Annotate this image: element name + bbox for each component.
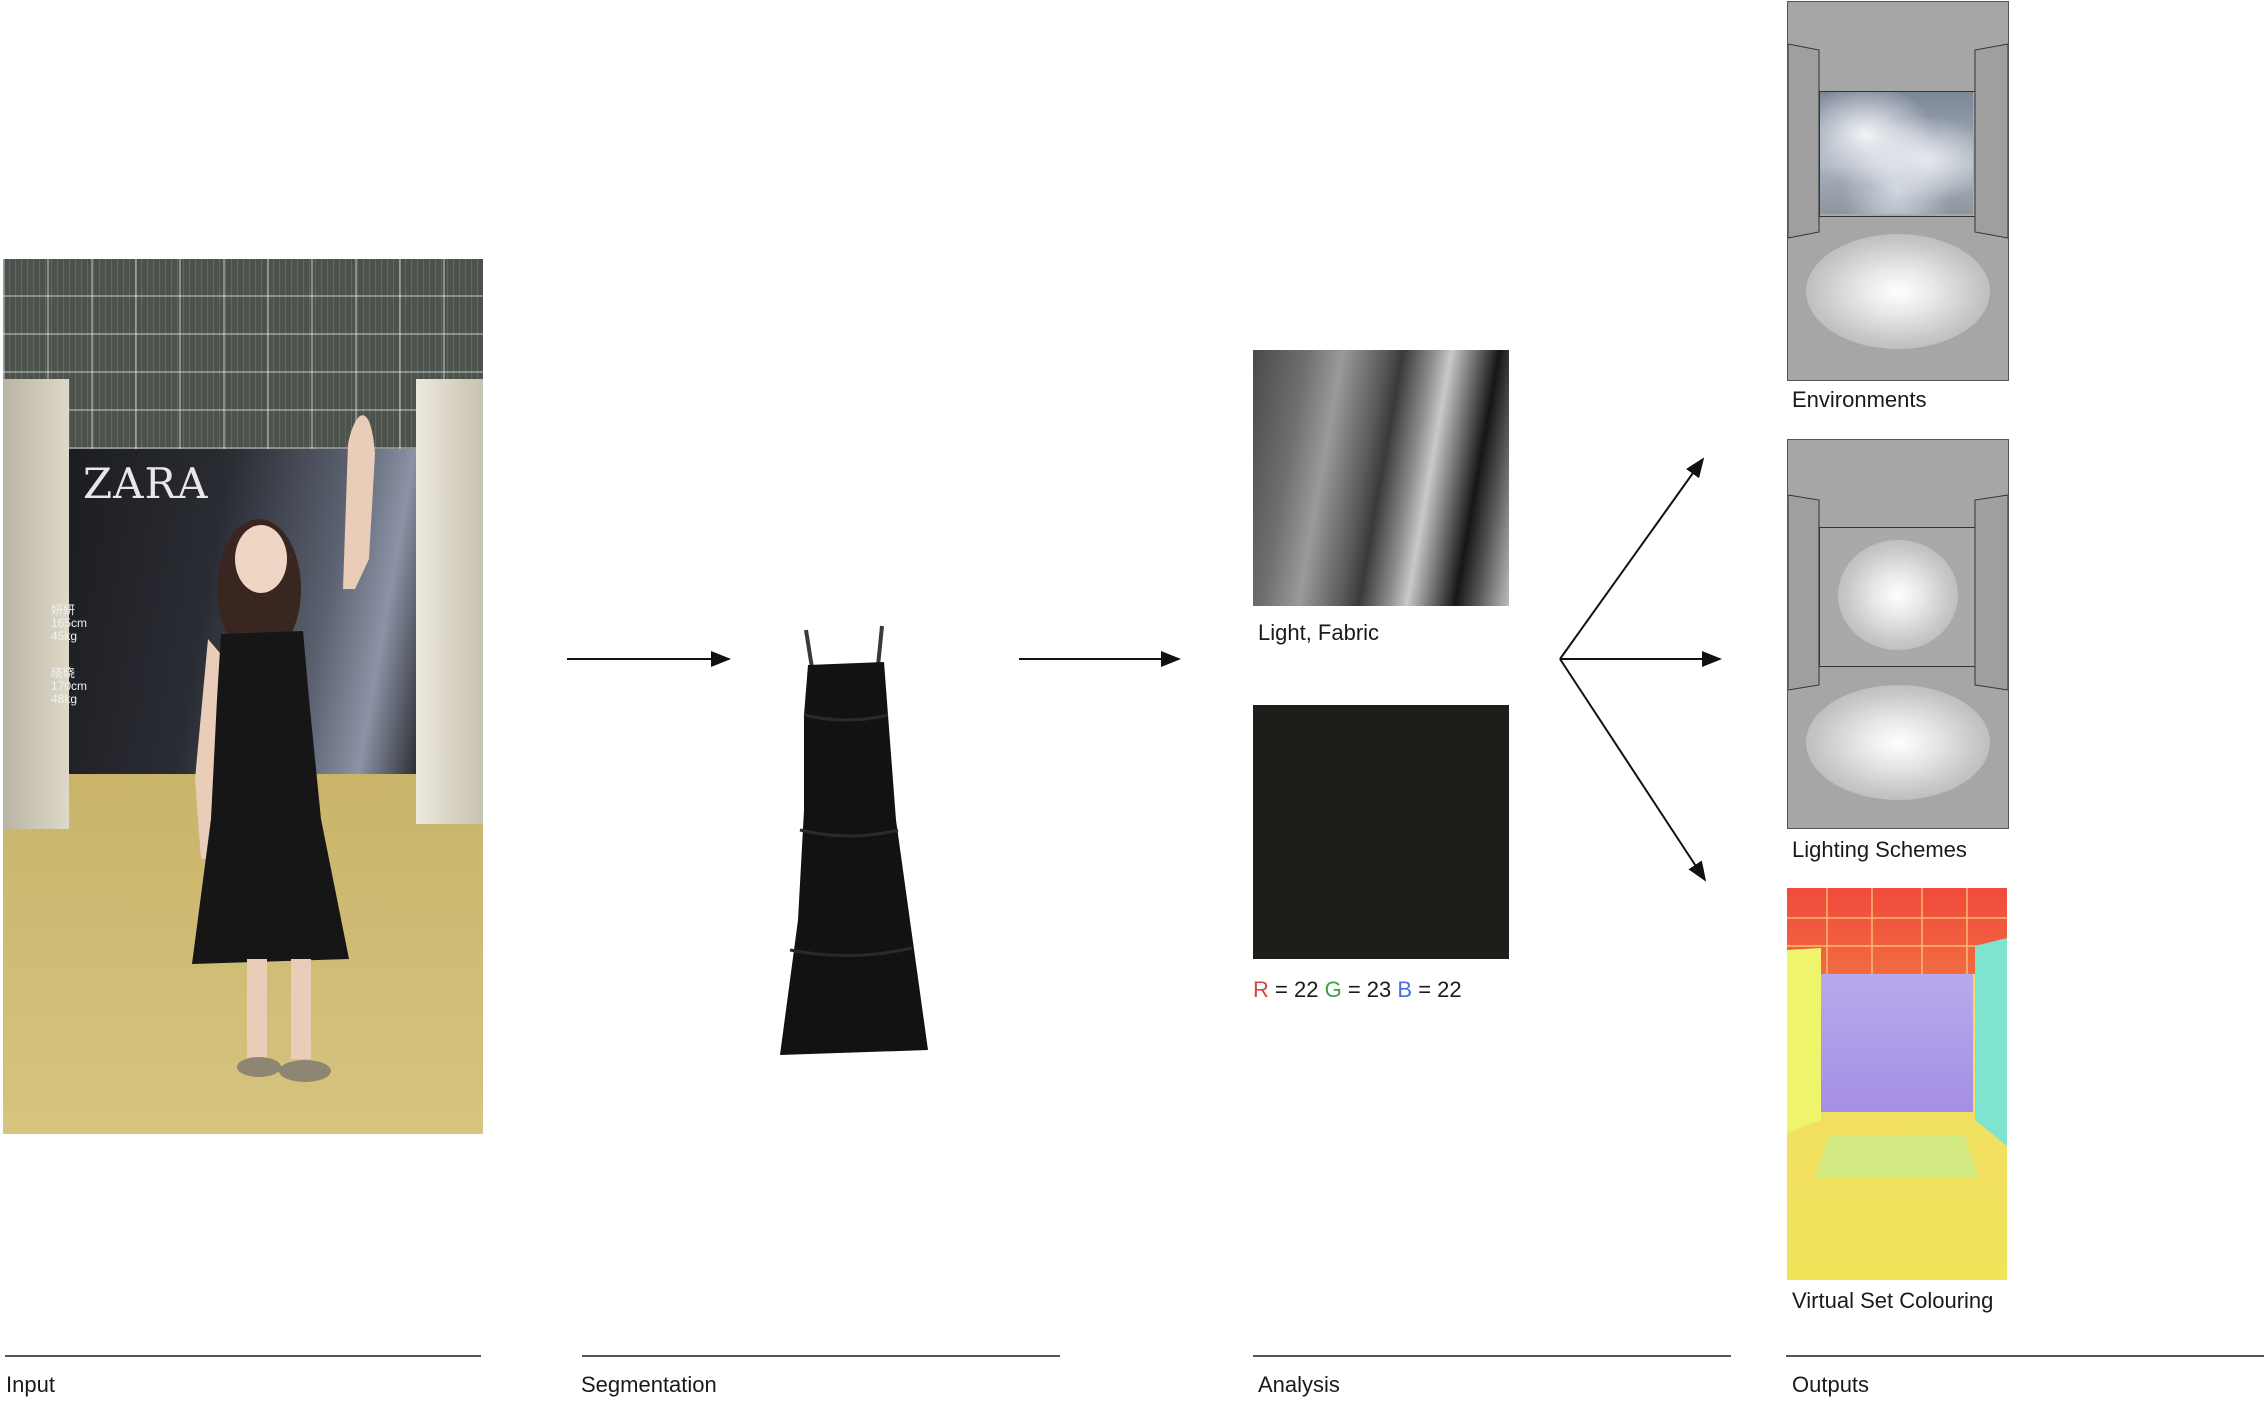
floor-light bbox=[1806, 234, 1990, 349]
segmentation-rule bbox=[582, 1355, 1060, 1357]
outputs-rule bbox=[1786, 1355, 2264, 1357]
environments-label: Environments bbox=[1792, 387, 1927, 412]
light-fabric-label: Light, Fabric bbox=[1258, 620, 1380, 645]
input-rule bbox=[5, 1355, 481, 1357]
virtual-set-render bbox=[1787, 888, 2007, 1280]
virtual-set-colouring-label: Virtual Set Colouring bbox=[1792, 1288, 1994, 1313]
lighting-schemes-label: Lighting Schemes bbox=[1792, 837, 1967, 862]
b-value: = 22 bbox=[1418, 977, 1462, 1002]
analysis-rule bbox=[1253, 1355, 1731, 1357]
arrow-to-environments bbox=[1559, 457, 1705, 660]
b-letter: B bbox=[1397, 977, 1413, 1002]
light-fabric-swatch bbox=[1253, 350, 1509, 606]
g-value: = 23 bbox=[1347, 977, 1392, 1002]
arrow-to-virtual-set bbox=[1559, 658, 1707, 882]
r-value: = 22 bbox=[1275, 977, 1319, 1002]
floor-light bbox=[1806, 685, 1990, 800]
stage-label-analysis: Analysis bbox=[1258, 1372, 1340, 1397]
environment-render bbox=[1787, 1, 2009, 381]
stage-label-input: Input bbox=[6, 1372, 55, 1397]
lighting-scheme-render bbox=[1787, 439, 2009, 829]
stage-label-segmentation: Segmentation bbox=[581, 1372, 717, 1397]
virtual-set-scene bbox=[1787, 888, 2007, 1280]
fabric-colour-swatch bbox=[1253, 705, 1509, 959]
segmented-dress bbox=[780, 625, 928, 1055]
rgb-readout: R = 22 G = 23 B = 22 bbox=[1253, 977, 1462, 1003]
stage-label-outputs: Outputs bbox=[1792, 1372, 1870, 1397]
g-letter: G bbox=[1324, 977, 1342, 1002]
r-letter: R bbox=[1253, 977, 1269, 1002]
